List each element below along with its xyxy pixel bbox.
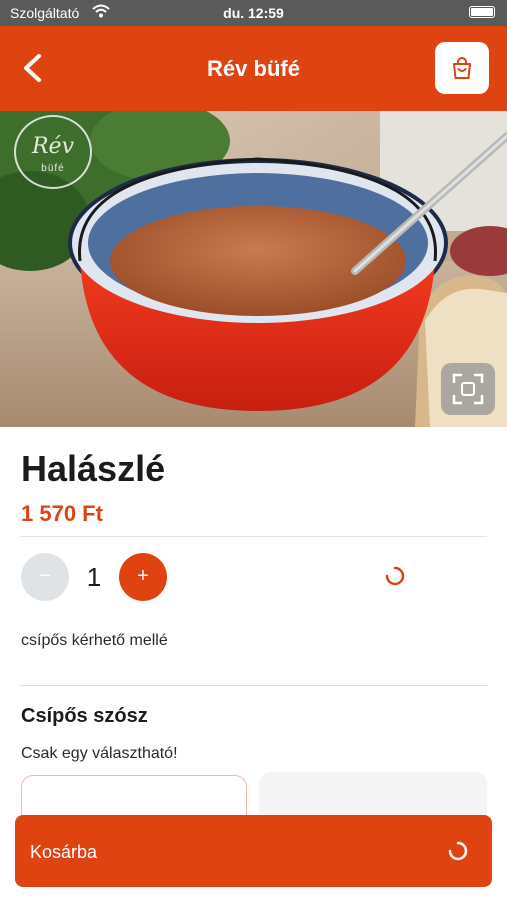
expand-icon: [452, 373, 484, 405]
decrease-quantity-button[interactable]: −: [21, 553, 69, 601]
product-description: csípős kérhető mellé: [21, 632, 168, 649]
option-group-hint: Csak egy választható!: [21, 745, 178, 762]
loading-spinner-icon: [385, 566, 405, 586]
restaurant-logo: Rév büfé: [14, 115, 92, 189]
product-price: 1 570 Ft: [21, 501, 103, 526]
increase-quantity-button[interactable]: +: [119, 553, 167, 601]
app-header: Rév büfé: [0, 26, 507, 111]
divider: [20, 685, 487, 686]
status-time: du. 12:59: [223, 5, 284, 21]
expand-image-button[interactable]: [441, 363, 495, 415]
logo-text: Rév: [31, 134, 74, 159]
divider: [20, 536, 487, 537]
battery-icon: [469, 6, 495, 18]
header-title: Rév büfé: [207, 56, 300, 81]
add-to-cart-button[interactable]: Kosárba: [15, 815, 492, 887]
status-bar: Szolgáltató du. 12:59: [0, 0, 507, 26]
option-group-title: Csípős szósz: [21, 705, 148, 727]
loading-spinner-icon: [448, 841, 468, 861]
product-name: Halászlé: [21, 448, 166, 489]
shopping-bag-icon: [453, 57, 471, 79]
add-to-cart-label: Kosárba: [30, 842, 98, 862]
cart-button[interactable]: [435, 42, 489, 94]
logo-subtext: büfé: [41, 163, 65, 174]
quantity-value: 1: [86, 562, 102, 592]
